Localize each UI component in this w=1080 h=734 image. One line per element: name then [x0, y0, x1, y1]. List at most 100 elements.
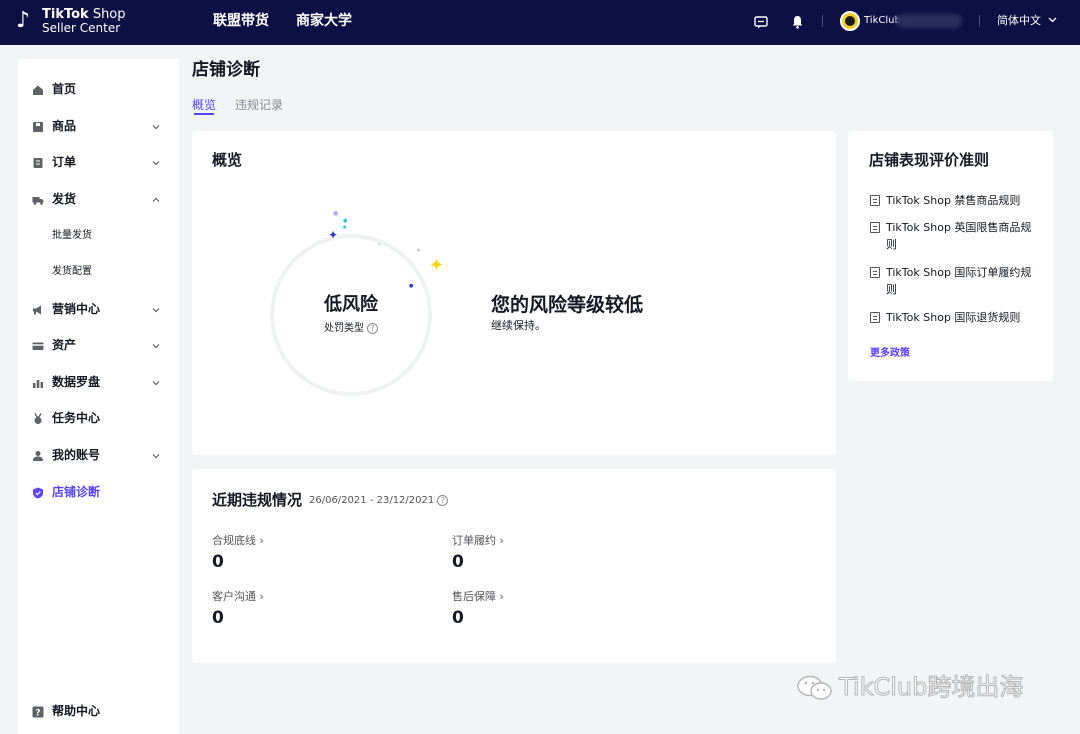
- sidebar-item-task-center[interactable]: 任务中心: [18, 406, 179, 432]
- sidebar-item-shipping[interactable]: 发货: [18, 187, 179, 213]
- sidebar-item-label: 发货配置: [52, 266, 92, 277]
- overview-title: 概览: [212, 151, 243, 169]
- wechat-icon: [797, 675, 832, 700]
- document-icon: [870, 222, 880, 233]
- chevron-right-icon: ›: [499, 590, 504, 603]
- sidebar-item-my-account[interactable]: 我的账号: [18, 443, 179, 469]
- sidebar-item-label: 帮助中心: [52, 704, 101, 718]
- performance-rules-card: 店铺表现评价准则 TikTok Shop 禁售商品规则 TikTok Shop …: [848, 131, 1053, 381]
- medal-icon: [32, 413, 44, 425]
- sparkle-icon: ●: [409, 283, 414, 289]
- svg-text:?: ?: [36, 708, 41, 718]
- tiktok-note-icon: ♪: [16, 8, 31, 33]
- tiktok-shop-logo[interactable]: ♪ TikTok Shop Seller Center: [16, 7, 136, 37]
- metric-label: 订单履约: [452, 534, 496, 547]
- chart-icon: [32, 377, 44, 389]
- chevron-down-icon: [152, 125, 160, 130]
- sparkle-icon: ✦: [328, 228, 339, 242]
- sidebar-subitem-batch-shipping[interactable]: 批量发货: [18, 224, 179, 250]
- truck-icon: [32, 194, 44, 206]
- metric-value: 0: [452, 552, 464, 572]
- penalty-type[interactable]: 处罚类型?: [274, 322, 428, 336]
- sidebar-item-store-diagnosis[interactable]: 店铺诊断: [18, 480, 179, 506]
- sidebar-item-label: 营销中心: [52, 302, 101, 316]
- metric-compliance-link[interactable]: 合规底线 ›: [212, 533, 264, 549]
- sidebar-subitem-shipping-settings[interactable]: 发货配置: [18, 260, 179, 286]
- sidebar-item-data-compass[interactable]: 数据罗盘: [18, 370, 179, 396]
- sidebar-item-label: 首页: [52, 82, 77, 96]
- rule-link[interactable]: TikTok Shop 禁售商品规则: [870, 192, 1040, 209]
- language-selector[interactable]: 简体中文: [997, 12, 1057, 30]
- metric-fulfillment-link[interactable]: 订单履约 ›: [452, 533, 504, 549]
- nav-seller-university[interactable]: 商家大学: [296, 11, 352, 31]
- sidebar-item-orders[interactable]: 订单: [18, 150, 179, 176]
- rule-link[interactable]: TikTok Shop 英国限售商品规则: [870, 219, 1040, 253]
- tab-violation-records[interactable]: 违规记录: [235, 97, 283, 114]
- sidebar-item-label: 我的账号: [52, 448, 101, 462]
- metric-value: 0: [212, 552, 224, 572]
- shield-icon: [32, 487, 44, 499]
- metric-label: 合规底线: [212, 534, 256, 547]
- card-icon: [32, 340, 44, 352]
- order-icon: [32, 157, 44, 169]
- user-icon: [32, 450, 44, 462]
- sidebar-item-label: 发货: [52, 192, 77, 206]
- tab-overview[interactable]: 概览: [192, 97, 216, 114]
- star-icon: ✦: [429, 255, 445, 276]
- chevron-down-icon: [152, 454, 160, 459]
- sidebar-item-label: 批量发货: [52, 230, 92, 241]
- page-title: 店铺诊断: [192, 60, 260, 80]
- question-icon[interactable]: ?: [437, 495, 449, 506]
- nav-affiliate[interactable]: 联盟带货: [213, 11, 269, 31]
- question-icon[interactable]: ?: [367, 323, 378, 334]
- rule-label: TikTok Shop 国际订单履约规则: [886, 266, 1032, 296]
- risk-level: 低风险: [324, 294, 378, 315]
- sidebar-item-finance[interactable]: 资产: [18, 333, 179, 359]
- overview-card: 概览 低风险 处罚类型? ● ● ● ✦ ● ● ✦ ● 您的风险等级较低 继续…: [192, 131, 836, 455]
- metric-label: 售后保障: [452, 590, 496, 603]
- rule-link[interactable]: TikTok Shop 国际订单履约规则: [870, 264, 1040, 298]
- sidebar: 首页 商品 订单 发货 批量发货 发货配置 营销中心 资产 数据罗盘 任务中心: [18, 59, 179, 734]
- rule-label: TikTok Shop 国际退货规则: [886, 311, 1021, 324]
- logo-subtitle: Seller Center: [42, 21, 121, 35]
- chevron-right-icon: ›: [259, 534, 264, 547]
- metric-value: 0: [452, 608, 464, 628]
- chevron-down-icon: [152, 344, 160, 349]
- document-icon: [870, 267, 880, 278]
- message-icon[interactable]: [751, 12, 771, 32]
- sidebar-item-label: 数据罗盘: [52, 375, 101, 389]
- metric-customer-communication-link[interactable]: 客户沟通 ›: [212, 589, 264, 605]
- sidebar-item-home[interactable]: 首页: [18, 77, 179, 103]
- top-navigation-bar: ♪ TikTok Shop Seller Center 联盟带货 商家大学 Ti…: [0, 0, 1080, 45]
- home-icon: [32, 84, 44, 96]
- active-tab-indicator: [194, 113, 214, 115]
- date-range-text: 26/06/2021 - 23/12/2021: [309, 495, 435, 506]
- rule-link[interactable]: TikTok Shop 国际退货规则: [870, 309, 1040, 326]
- help-icon: ?: [32, 706, 44, 718]
- avatar[interactable]: [840, 11, 860, 31]
- metric-after-sales-link[interactable]: 售后保障 ›: [452, 589, 504, 605]
- sidebar-item-label: 订单: [52, 155, 77, 169]
- sparkle-icon: ●: [343, 224, 347, 229]
- sparkle-icon: ●: [378, 242, 381, 246]
- risk-subtext: 继续保持。: [491, 319, 546, 332]
- sparkle-icon: ●: [333, 210, 339, 217]
- more-policies-link[interactable]: 更多政策: [870, 347, 910, 361]
- rule-label: TikTok Shop 英国限售商品规则: [886, 221, 1032, 251]
- bell-icon[interactable]: [787, 12, 807, 32]
- sidebar-item-help-center[interactable]: ? 帮助中心: [18, 699, 179, 725]
- chevron-right-icon: ›: [259, 590, 264, 603]
- account-name-redaction: [896, 14, 962, 28]
- sidebar-item-products[interactable]: 商品: [18, 114, 179, 140]
- violations-title: 近期违规情况: [212, 491, 303, 509]
- chevron-down-icon: [152, 161, 160, 166]
- rule-label: TikTok Shop 禁售商品规则: [886, 194, 1021, 207]
- chevron-right-icon: ›: [499, 534, 504, 547]
- recent-violations-card: 近期违规情况 26/06/2021 - 23/12/2021? 合规底线 › 0…: [192, 469, 836, 663]
- chevron-down-icon: [152, 381, 160, 386]
- divider: [979, 15, 980, 27]
- sidebar-item-marketing[interactable]: 营销中心: [18, 297, 179, 323]
- logo-text: TikTok Shop: [42, 7, 126, 22]
- rules-title: 店铺表现评价准则: [869, 151, 990, 169]
- risk-headline: 您的风险等级较低: [491, 294, 644, 316]
